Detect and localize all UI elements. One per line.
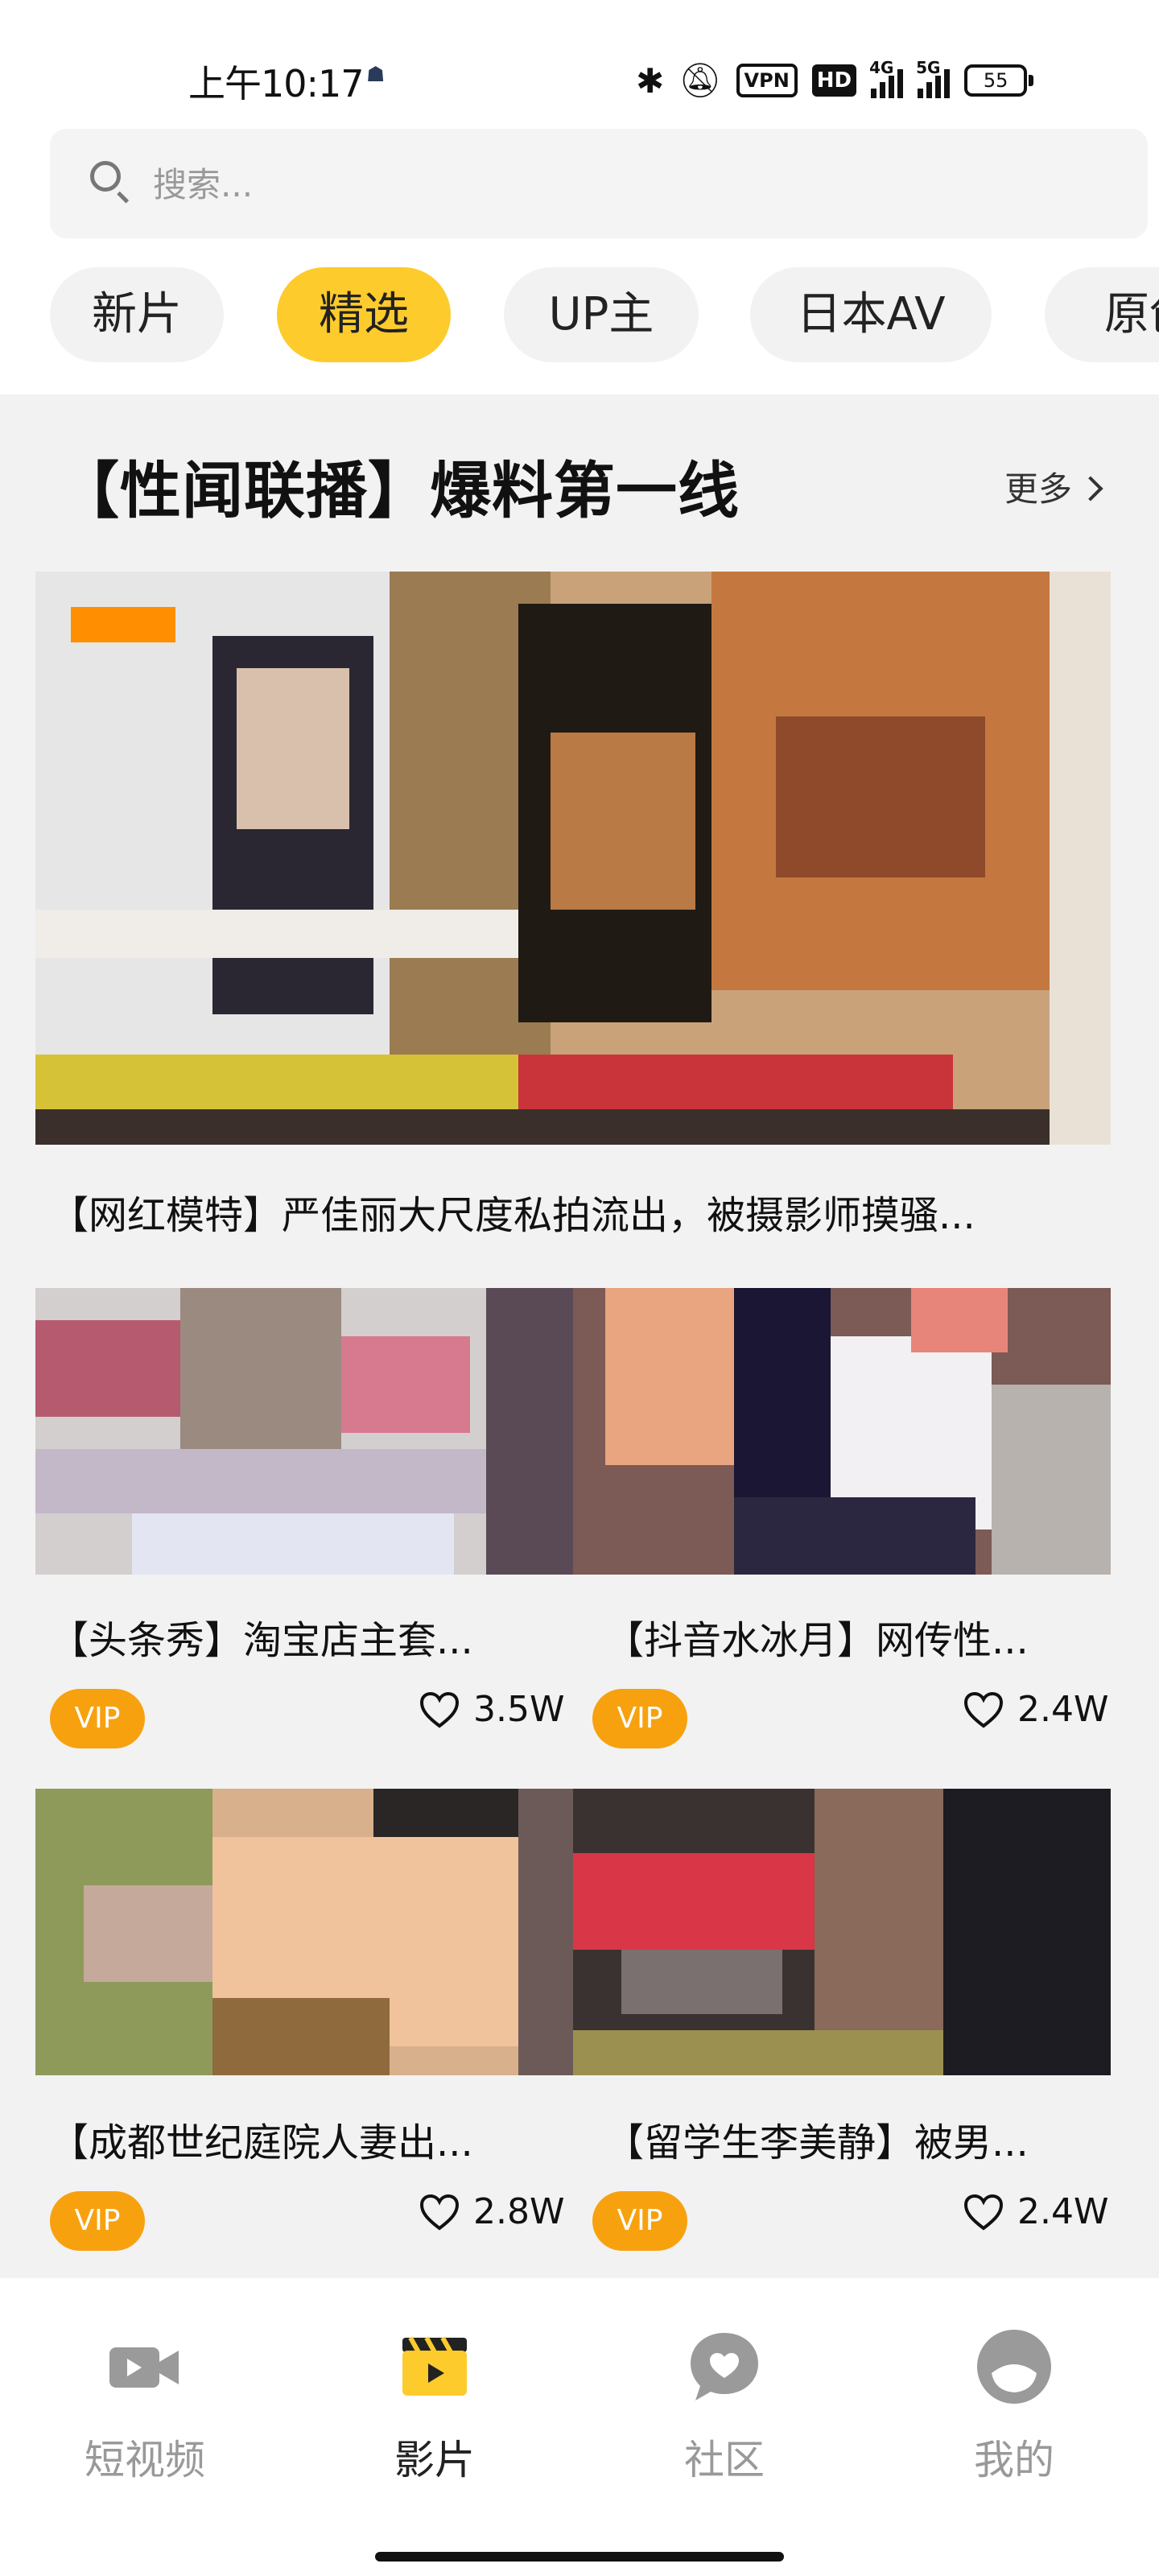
search-icon xyxy=(90,161,121,192)
nav-profile[interactable]: 我的 xyxy=(926,2326,1103,2486)
featured-caption[interactable]: 【网红模特】严佳丽大尺度私拍流出，被摄影师摸骚... xyxy=(50,1183,1120,1240)
nav-label: 我的 xyxy=(974,2437,1054,2483)
profile-face-icon xyxy=(974,2326,1054,2407)
status-time: 上午10:17 xyxy=(188,62,365,105)
card-title-4[interactable]: 【留学生李美静】被男... xyxy=(605,2111,1096,2167)
more-label: 更多 xyxy=(1004,469,1073,509)
signal-4g-icon: 4G xyxy=(869,58,904,98)
clapperboard-icon xyxy=(394,2326,475,2407)
vip-badge: VIP xyxy=(50,2191,145,2251)
heart-icon xyxy=(963,1691,1004,1728)
card-thumbnail-3[interactable] xyxy=(35,1789,573,2075)
nav-movies[interactable]: 影片 xyxy=(346,2326,523,2486)
more-link[interactable]: 更多 xyxy=(1004,462,1103,511)
tab-original[interactable]: 原创 xyxy=(1045,267,1159,362)
status-bar: 上午10:17 ☗ ✱ 🔕︎ VPN HD 4G 5G 55 xyxy=(0,48,1159,113)
bell-muted-icon: 🔕︎ xyxy=(678,60,722,100)
likes-count[interactable]: 2.4W xyxy=(963,2191,1108,2232)
heart-icon xyxy=(419,2194,460,2231)
likes-count[interactable]: 2.8W xyxy=(419,2191,564,2232)
nav-community[interactable]: 社区 xyxy=(636,2326,813,2486)
heart-icon xyxy=(963,2194,1004,2231)
section-title: 【性闻联播】爆料第一线 xyxy=(58,455,740,526)
likes-count[interactable]: 3.5W xyxy=(419,1689,564,1730)
nav-short-video[interactable]: 短视频 xyxy=(56,2326,233,2486)
search-bar[interactable] xyxy=(50,129,1148,238)
hd-badge: HD xyxy=(811,64,857,97)
card-title-3[interactable]: 【成都世纪庭院人妻出... xyxy=(50,2111,541,2167)
status-icons: ✱ 🔕︎ VPN HD 4G 5G 55 xyxy=(636,55,1034,106)
battery-level: 55 xyxy=(964,64,1028,97)
category-tabs: 新片 精选 UP主 日本AV 原创 xyxy=(50,267,1159,364)
tab-japan-av[interactable]: 日本AV xyxy=(750,267,992,362)
tab-new[interactable]: 新片 xyxy=(50,267,224,362)
bluetooth-icon: ✱ xyxy=(636,60,665,101)
card-title-2[interactable]: 【抖音水冰月】网传性... xyxy=(605,1608,1096,1665)
vpn-badge: VPN xyxy=(736,64,798,97)
video-camera-icon xyxy=(105,2326,185,2407)
battery-icon: 55 xyxy=(964,64,1034,97)
nav-label: 短视频 xyxy=(85,2437,205,2483)
heart-icon xyxy=(419,1691,460,1728)
signal-5g-icon: 5G xyxy=(916,58,951,98)
chat-heart-icon xyxy=(684,2326,765,2407)
vip-badge: VIP xyxy=(592,2191,687,2251)
card-title-1[interactable]: 【头条秀】淘宝店主套... xyxy=(50,1608,541,1665)
search-input[interactable] xyxy=(151,156,879,213)
card-thumbnail-1[interactable] xyxy=(35,1288,573,1575)
card-thumbnail-2[interactable] xyxy=(573,1288,1111,1575)
vip-badge: VIP xyxy=(592,1689,687,1748)
likes-count[interactable]: 2.4W xyxy=(963,1689,1108,1730)
featured-thumbnail[interactable] xyxy=(35,572,1111,1145)
bottom-navigation: 短视频 影片 社区 我的 xyxy=(0,2278,1159,2576)
tab-uploader[interactable]: UP主 xyxy=(504,267,699,362)
card-thumbnail-4[interactable] xyxy=(573,1789,1111,2075)
tab-featured[interactable]: 精选 xyxy=(277,267,451,362)
nav-label: 影片 xyxy=(394,2437,475,2483)
home-indicator[interactable] xyxy=(375,2552,784,2562)
nav-label: 社区 xyxy=(684,2437,765,2483)
notification-icon: ☗ xyxy=(366,63,386,87)
vip-badge: VIP xyxy=(50,1689,145,1748)
chevron-right-icon xyxy=(1078,476,1103,502)
